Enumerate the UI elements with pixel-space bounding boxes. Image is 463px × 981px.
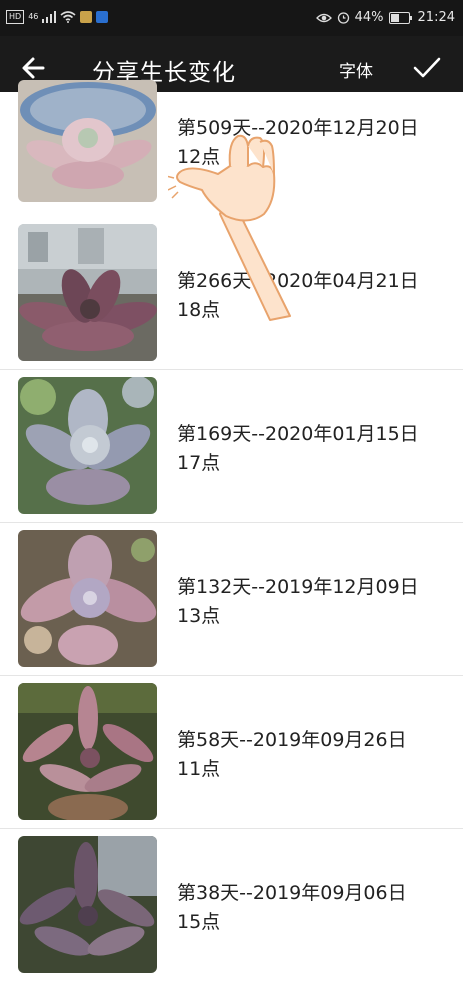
alarm-icon	[337, 12, 349, 24]
status-left: HD 46	[6, 10, 109, 24]
plant-photo[interactable]	[18, 836, 157, 973]
plant-photo[interactable]	[18, 377, 157, 514]
list-item[interactable]: 第169天--2020年01月15日 17点	[0, 370, 463, 523]
entry-time: 13点	[177, 605, 221, 627]
eye-icon	[315, 13, 332, 22]
app-notification-icon	[80, 11, 93, 23]
status-bar: HD 46 44% 21:24	[0, 0, 463, 36]
list-item[interactable]: 第58天--2019年09月26日 11点	[0, 676, 463, 829]
entry-day: 第132天--2019年12月09日	[177, 576, 419, 598]
entry-time: 15点	[177, 911, 221, 933]
entry-time: 17点	[177, 452, 221, 474]
succulent-image	[18, 224, 157, 361]
succulent-image	[18, 683, 157, 820]
wifi-icon	[60, 11, 76, 23]
battery-percent: 44%	[354, 10, 384, 25]
succulent-image	[18, 80, 157, 202]
plant-photo[interactable]	[18, 224, 157, 361]
entry-time: 11点	[177, 758, 221, 780]
clock-time: 21:24	[417, 10, 455, 25]
checkmark-icon	[413, 57, 441, 78]
succulent-image	[18, 377, 157, 514]
signal-icon	[42, 11, 57, 23]
plant-photo[interactable]	[18, 80, 157, 202]
entry-day: 第58天--2019年09月26日	[177, 729, 407, 751]
entry-text: 第38天--2019年09月06日 15点	[177, 879, 453, 937]
plant-photo[interactable]	[18, 530, 157, 667]
shield-icon	[96, 11, 109, 23]
confirm-button[interactable]	[412, 54, 442, 82]
entry-day: 第38天--2019年09月06日	[177, 882, 407, 904]
entry-day: 第169天--2020年01月15日	[177, 423, 419, 445]
battery-icon	[388, 11, 412, 24]
plant-photo[interactable]	[18, 683, 157, 820]
entry-text: 第132天--2019年12月09日 13点	[177, 573, 453, 631]
entry-text: 第169天--2020年01月15日 17点	[177, 420, 453, 478]
network-type: 46	[28, 12, 39, 21]
font-button[interactable]: 字体	[339, 57, 373, 82]
list-item[interactable]: 第38天--2019年09月06日 15点	[0, 829, 463, 981]
list-item[interactable]: 第132天--2019年12月09日 13点	[0, 523, 463, 676]
succulent-image	[18, 530, 157, 667]
pointing-hand-icon	[168, 134, 291, 321]
succulent-image	[18, 836, 157, 973]
status-right: 44% 21:24	[315, 10, 455, 25]
hd-icon: HD	[6, 10, 25, 24]
entry-text: 第58天--2019年09月26日 11点	[177, 726, 453, 784]
